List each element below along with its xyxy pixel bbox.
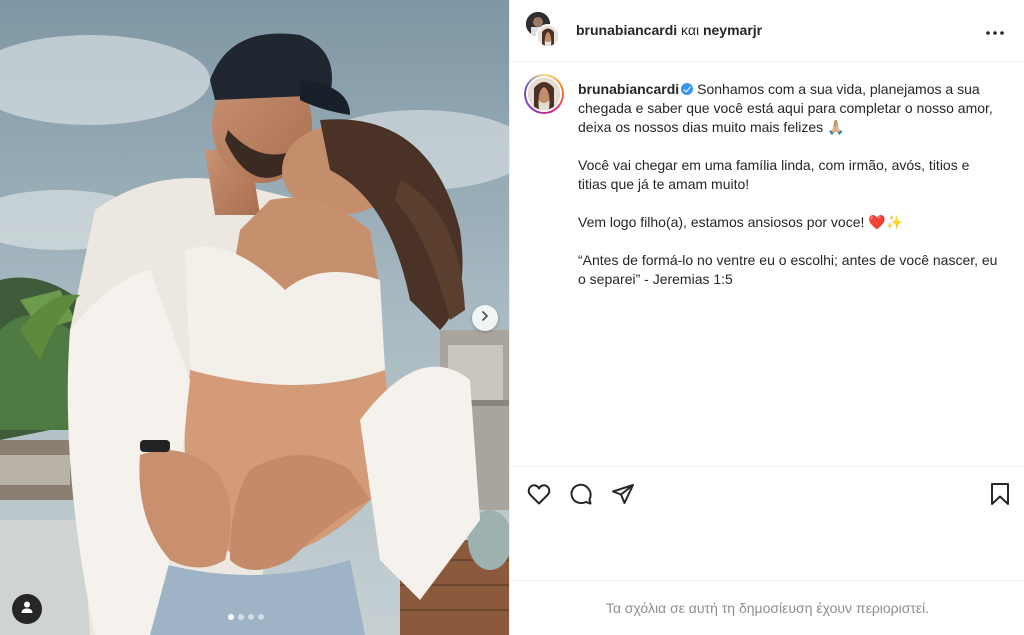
carousel-dot bbox=[248, 614, 254, 620]
caption-paragraph: “Antes de formá-lo no ventre eu o escolh… bbox=[578, 252, 998, 287]
like-button[interactable] bbox=[526, 483, 552, 509]
share-icon bbox=[611, 482, 635, 511]
more-icon bbox=[986, 22, 1004, 40]
caption-paragraph: Vem logo filho(a), estamos ansiosos por … bbox=[578, 214, 904, 230]
coauthor-username[interactable]: neymarjr bbox=[703, 22, 762, 38]
post-media[interactable] bbox=[0, 0, 509, 635]
bookmark-icon bbox=[990, 482, 1010, 511]
heart-icon bbox=[527, 483, 551, 510]
post-authors: brunabiancardi και neymarjr bbox=[576, 22, 762, 38]
author-username[interactable]: brunabiancardi bbox=[576, 22, 677, 38]
more-options-button[interactable] bbox=[983, 22, 1007, 40]
caption-paragraph: Você vai chegar em uma família linda, co… bbox=[578, 157, 970, 192]
carousel-dot bbox=[258, 614, 264, 620]
post-header: brunabiancardi και neymarjr bbox=[510, 0, 1024, 62]
verified-badge-icon bbox=[681, 83, 694, 95]
post-details-panel: brunabiancardi και neymarjr brunabiancar… bbox=[509, 0, 1024, 635]
tagged-users-button[interactable] bbox=[12, 594, 42, 624]
post-actions bbox=[510, 466, 1024, 526]
avatar bbox=[526, 76, 562, 112]
chevron-right-icon bbox=[479, 309, 491, 327]
comment-button[interactable] bbox=[568, 483, 594, 509]
carousel-indicator bbox=[228, 614, 264, 620]
next-media-button[interactable] bbox=[472, 305, 498, 331]
carousel-dot bbox=[238, 614, 244, 620]
post-caption: brunabiancardi Sonhamos com a sua vida, p… bbox=[578, 80, 998, 308]
caption-paragraph: brunabiancardi Sonhamos com a sua vida, p… bbox=[578, 80, 998, 137]
carousel-dot bbox=[228, 614, 234, 620]
caption-section: brunabiancardi Sonhamos com a sua vida, p… bbox=[510, 62, 1024, 466]
share-button[interactable] bbox=[610, 483, 636, 509]
comments-restricted-notice: Τα σχόλια σε αυτή τη δημοσίευση έχουν πε… bbox=[510, 580, 1024, 635]
user-tag-icon bbox=[20, 600, 34, 619]
caption-avatar[interactable] bbox=[524, 74, 564, 114]
comment-icon bbox=[569, 482, 593, 511]
avatar[interactable] bbox=[536, 24, 560, 48]
collab-avatars[interactable] bbox=[526, 12, 562, 48]
caption-username[interactable]: brunabiancardi bbox=[578, 81, 679, 97]
save-button[interactable] bbox=[987, 482, 1013, 511]
author-connector: και bbox=[681, 22, 700, 38]
comments-notice-text: Τα σχόλια σε αυτή τη δημοσίευση έχουν πε… bbox=[605, 600, 930, 616]
